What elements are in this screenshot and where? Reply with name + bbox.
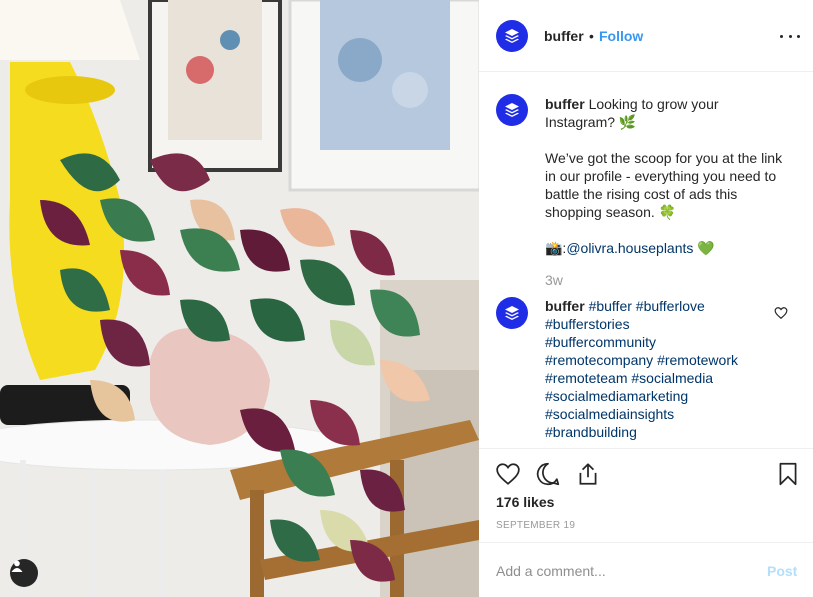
separator-dot: • [589,28,594,44]
hashtag-comment: buffer #buffer #bufferlove #bufferstorie… [545,297,785,441]
buffer-logo-icon[interactable] [496,94,528,126]
likes-count[interactable]: 176 likes [496,494,554,510]
post-actions: 176 likes SEPTEMBER 19 [479,448,813,542]
follow-button[interactable]: Follow [599,28,643,44]
post-date: SEPTEMBER 19 [496,520,576,531]
caption-paragraph: We’ve got the scoop for you at the link … [545,150,783,220]
hashtag-link[interactable]: #socialmediamarketing [545,388,688,404]
photo-credit-emoji: 📸: [545,240,567,256]
share-icon[interactable] [575,461,601,487]
hashtag-link[interactable]: #bufferlove [636,298,705,314]
hashtag-link[interactable]: #buffercommunity [545,334,656,350]
heart-icon[interactable] [495,461,521,487]
mention-link[interactable]: @olivra.houseplants [566,240,693,256]
hashtag-link[interactable]: #remotecompany [545,352,653,368]
hashtag-link[interactable]: #socialmediainsights [545,406,674,422]
more-horizontal-icon[interactable] [780,26,800,46]
houseplant-image [0,0,479,597]
hashtag-link[interactable]: #bufferstories [545,316,630,332]
post-panel: buffer • Follow buffer Looking to grow y… [479,0,813,597]
bookmark-icon[interactable] [775,461,801,487]
photo-credit-suffix: 💚 [693,240,715,256]
hashtag-link[interactable]: #brandbuilding [545,424,637,440]
caption-timestamp[interactable]: 3w [545,272,563,288]
buffer-logo-icon[interactable] [496,20,528,52]
buffer-logo-icon[interactable] [496,297,528,329]
hashtag-link[interactable]: #buffer [589,298,632,314]
username-link[interactable]: buffer [544,28,584,44]
hashtag-link[interactable]: #remoteteam [545,370,627,386]
comments-section[interactable]: buffer Looking to grow your Instagram? 🌿… [479,72,813,448]
comment-input[interactable] [496,560,746,582]
caption-username[interactable]: buffer [545,96,585,112]
post-button[interactable]: Post [767,563,797,579]
post-header: buffer • Follow [479,0,813,72]
user-tag-icon[interactable] [10,559,38,587]
hashtag-link[interactable]: #remotework [657,352,738,368]
caption: buffer Looking to grow your Instagram? 🌿… [545,95,785,257]
comment-bar: Post [479,542,813,597]
comment-heart-icon[interactable] [774,306,788,320]
comment-username[interactable]: buffer [545,298,585,314]
post-photo[interactable] [0,0,479,597]
comment-bubble-icon[interactable] [535,461,561,487]
hashtag-link[interactable]: #socialmedia [631,370,713,386]
